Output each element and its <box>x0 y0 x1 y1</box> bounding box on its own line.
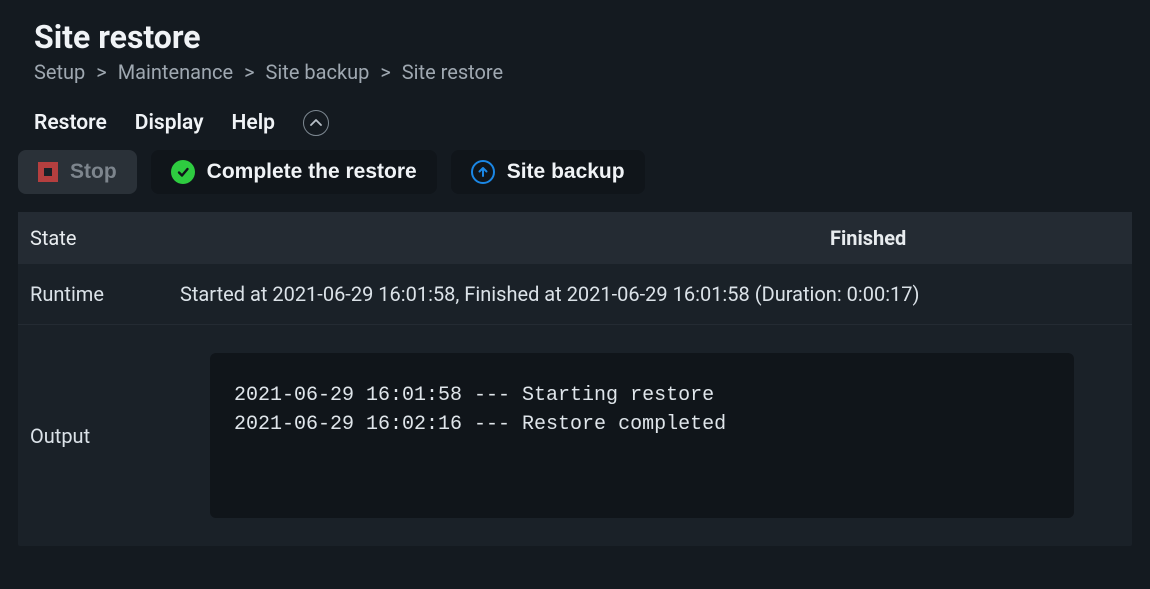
breadcrumb-item[interactable]: Site backup <box>266 60 370 84</box>
runtime-row: Runtime Started at 2021-06-29 16:01:58, … <box>18 264 1132 325</box>
complete-restore-label: Complete the restore <box>207 160 417 184</box>
complete-restore-button[interactable]: Complete the restore <box>151 150 437 194</box>
site-backup-label: Site backup <box>507 160 625 184</box>
column-header-status: Finished <box>830 226 1120 250</box>
breadcrumb-separator: > <box>96 60 106 84</box>
table-header-row: State Finished <box>18 212 1132 264</box>
stop-button-label: Stop <box>70 160 117 184</box>
page-title: Site restore <box>34 18 1132 56</box>
breadcrumb-item[interactable]: Site restore <box>402 60 503 84</box>
output-console: 2021-06-29 16:01:58 --- Starting restore… <box>210 353 1074 518</box>
breadcrumb-separator: > <box>380 60 390 84</box>
stop-icon <box>38 162 58 182</box>
menu-display[interactable]: Display <box>135 111 204 135</box>
action-toolbar: Stop Complete the restore Site backup <box>18 150 1132 212</box>
status-table: State Finished Runtime Started at 2021-0… <box>18 212 1132 546</box>
column-header-state: State <box>30 226 180 250</box>
breadcrumb-item[interactable]: Setup <box>34 60 85 84</box>
breadcrumb: Setup > Maintenance > Site backup > Site… <box>34 60 1132 84</box>
menu-restore[interactable]: Restore <box>34 111 107 135</box>
runtime-label: Runtime <box>30 282 180 306</box>
collapse-button[interactable] <box>303 110 329 136</box>
check-circle-icon <box>171 160 195 184</box>
breadcrumb-separator: > <box>244 60 254 84</box>
output-row: Output 2021-06-29 16:01:58 --- Starting … <box>18 325 1132 546</box>
output-label: Output <box>30 424 210 448</box>
site-backup-button[interactable]: Site backup <box>451 150 645 194</box>
arrow-up-circle-icon <box>471 160 495 184</box>
menu-help[interactable]: Help <box>232 111 275 135</box>
breadcrumb-item[interactable]: Maintenance <box>118 60 233 84</box>
runtime-value: Started at 2021-06-29 16:01:58, Finished… <box>180 282 1120 306</box>
menubar: Restore Display Help <box>18 102 1132 150</box>
chevron-up-icon <box>310 119 322 127</box>
stop-button[interactable]: Stop <box>18 150 137 194</box>
